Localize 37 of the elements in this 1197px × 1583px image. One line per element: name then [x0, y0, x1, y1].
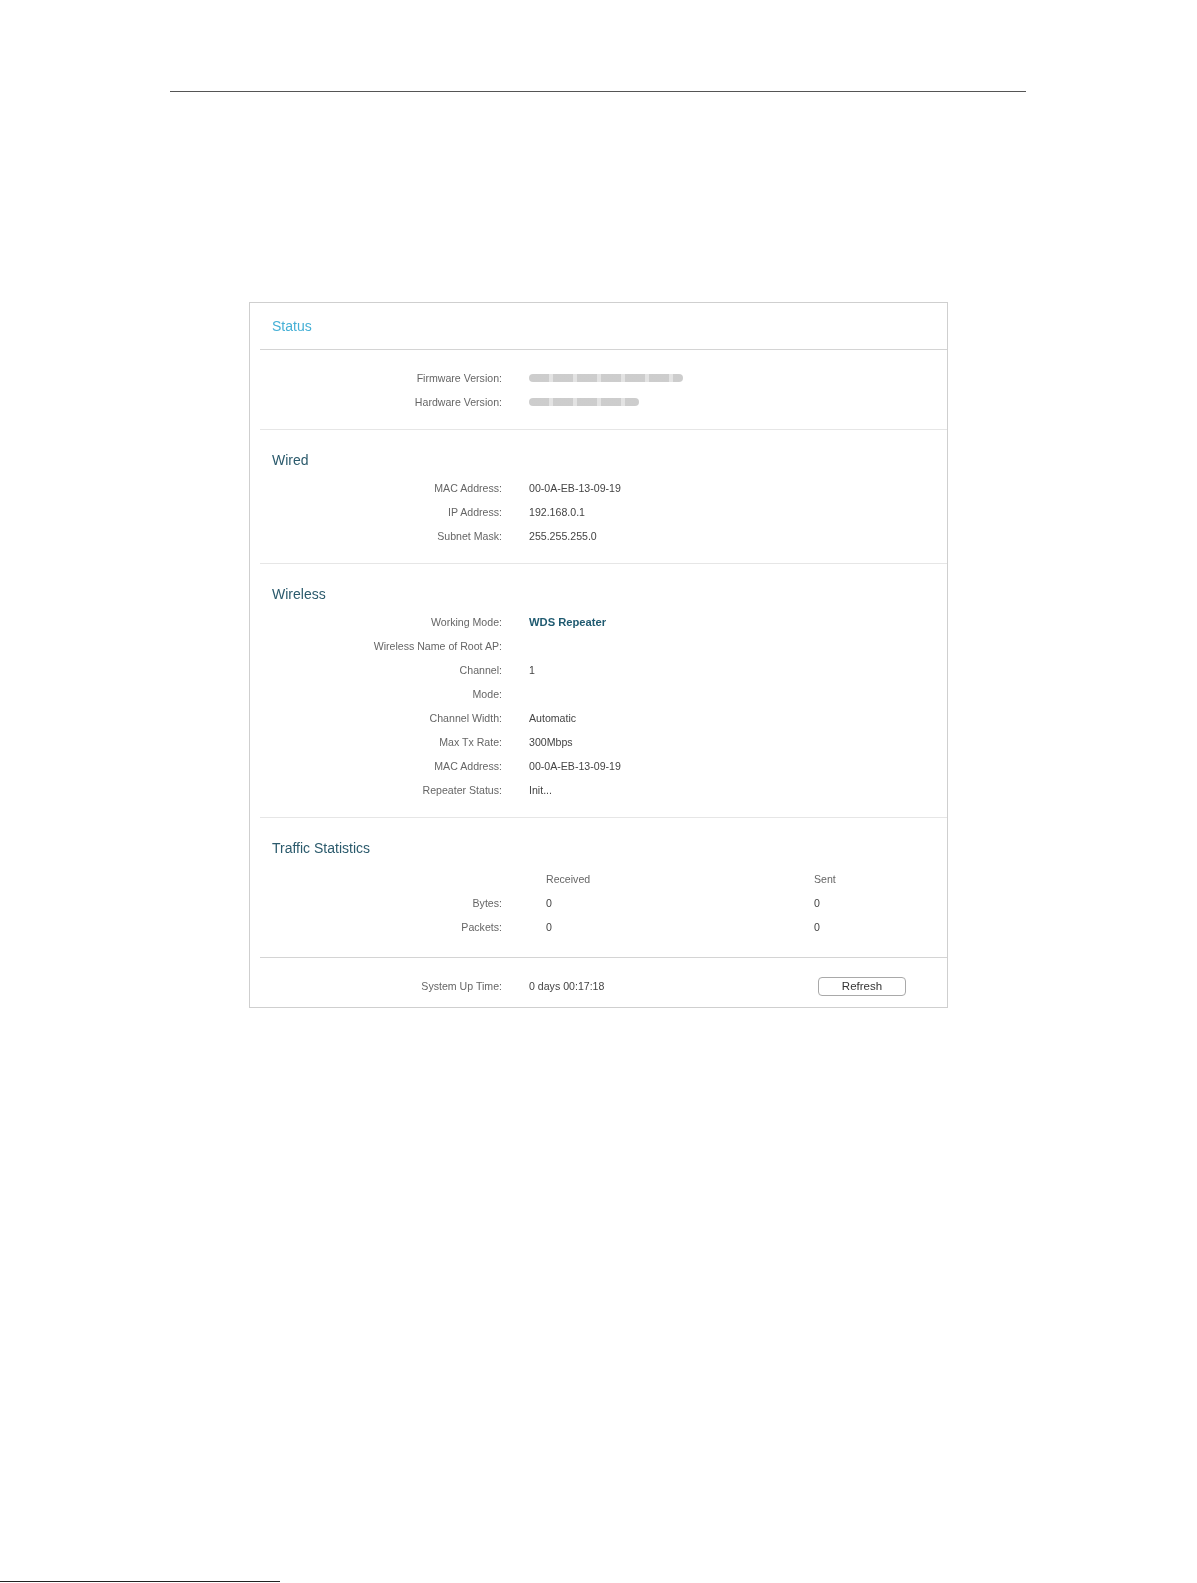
field-label: Working Mode:	[430, 616, 502, 628]
field-value: 192.168.0.1	[529, 506, 585, 518]
field-label: Channel:	[459, 664, 502, 676]
field-label: Mode:	[472, 688, 502, 700]
field-value: 0 days 00:17:18	[529, 980, 605, 992]
field-value: Init...	[529, 784, 552, 796]
field-label: MAC Address:	[434, 760, 502, 772]
row-label: Bytes:	[472, 897, 502, 909]
field-value: Automatic	[529, 712, 577, 724]
table-cell: 0	[814, 921, 820, 933]
field-label: Wireless Name of Root AP:	[373, 640, 502, 652]
field-label: Subnet Mask:	[437, 530, 502, 542]
field-label: Hardware Version:	[414, 396, 502, 408]
section-title: Traffic Statistics	[272, 839, 371, 858]
table-cell: 0	[546, 897, 552, 909]
section-title: Wired	[272, 451, 309, 470]
panel-title: Status	[272, 318, 312, 334]
row-label: Packets:	[461, 921, 502, 933]
field-value: 300Mbps	[529, 736, 573, 748]
column-header: Received	[546, 873, 591, 885]
field-label: Max Tx Rate:	[439, 736, 502, 748]
field-value: 00-0A-EB-13-09-19	[529, 760, 621, 772]
field-value: 00-0A-EB-13-09-19	[529, 482, 621, 494]
field-label: System Up Time:	[421, 980, 502, 992]
refresh-button[interactable]: Refresh	[818, 976, 906, 996]
field-label: IP Address:	[448, 506, 502, 518]
field-value: WDS Repeater	[529, 616, 607, 628]
field-label: Channel Width:	[429, 712, 502, 724]
field-label: MAC Address:	[434, 482, 502, 494]
field-value: 255.255.255.0	[529, 530, 597, 542]
table-cell: 0	[814, 897, 820, 909]
field-value: 1	[529, 664, 535, 676]
field-label: Firmware Version:	[416, 372, 502, 384]
field-label: Repeater Status:	[422, 784, 502, 796]
column-header: Sent	[814, 873, 836, 885]
table-cell: 0	[546, 921, 552, 933]
section-title: Wireless	[272, 585, 326, 604]
